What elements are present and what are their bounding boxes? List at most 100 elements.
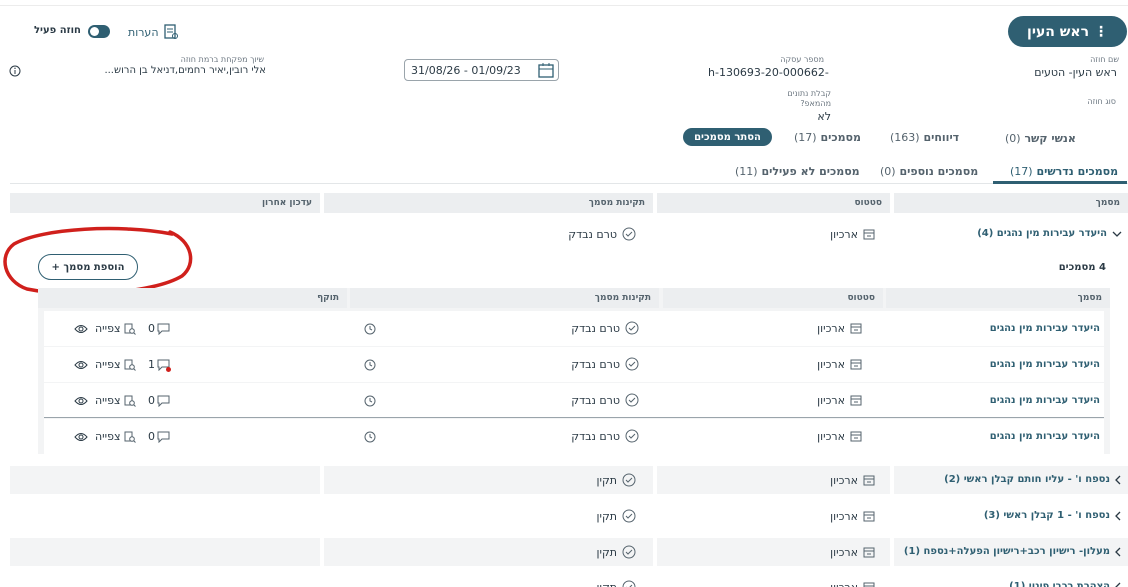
notes-label: הערות	[128, 25, 159, 39]
sub-col-document: מסמך	[886, 288, 1110, 308]
eye-icon[interactable]	[74, 360, 88, 370]
tab-additional-docs[interactable]: מסמכים נוספים (0)	[880, 165, 978, 178]
comments-count: 0	[148, 430, 155, 443]
sub-col-status: סטטוס	[663, 288, 883, 308]
chevron-left-icon	[1115, 475, 1122, 485]
view-label: צפייה	[95, 358, 121, 371]
archive-icon	[863, 547, 875, 558]
group-validity: טרם נבדק	[324, 227, 636, 241]
check-circle-icon	[622, 580, 636, 587]
sub-doc-name[interactable]: היעדר עבירות מין נהגים	[886, 359, 1100, 370]
unread-dot	[166, 366, 171, 372]
contract-name-value: ראש העין- הטעים	[1034, 66, 1117, 79]
comments-button[interactable]: 1	[148, 358, 171, 372]
archive-icon	[863, 511, 875, 522]
group-validity: תקין	[324, 473, 636, 487]
view-button[interactable]: צפייה	[95, 322, 136, 335]
docs-count: 4 מסמכים	[1058, 262, 1106, 273]
col-status: סטטוס	[657, 193, 890, 213]
eye-icon[interactable]	[74, 324, 88, 334]
tab-contacts[interactable]: אנשי קשר (0)	[1005, 132, 1076, 145]
group-row[interactable]: נספח ו' - עליו חותם קבלן ראשי (2)	[894, 474, 1128, 485]
data-received-label-2: מהמאפ?	[800, 99, 831, 108]
archive-icon	[850, 395, 862, 406]
tab-documents[interactable]: מסמכים (17)	[794, 131, 861, 144]
sub-status: ארכיון	[663, 358, 862, 371]
contract-title: ראש העין	[1027, 23, 1089, 40]
comments-count: 1	[148, 358, 155, 371]
check-circle-icon	[625, 429, 639, 443]
tab-required-docs[interactable]: מסמכים נדרשים (17)	[1010, 165, 1118, 178]
sub-status: ארכיון	[663, 394, 862, 407]
eye-icon[interactable]	[74, 432, 88, 442]
view-button[interactable]: צפייה	[95, 358, 136, 371]
group-status: ארכיון	[657, 474, 875, 487]
view-button[interactable]: צפייה	[95, 394, 136, 407]
comment-icon	[157, 431, 170, 443]
check-circle-icon	[622, 473, 636, 487]
group-row[interactable]: נספח ו' - 1 קבלן ראשי (3)	[894, 510, 1128, 521]
comments-count: 0	[148, 322, 155, 335]
group-validity: תקין	[324, 509, 636, 523]
view-label: צפייה	[95, 394, 121, 407]
info-icon[interactable]	[9, 65, 21, 77]
check-circle-icon	[622, 227, 636, 241]
top-divider	[0, 5, 1128, 6]
sub-doc-name[interactable]: היעדר עבירות מין נהגים	[886, 323, 1100, 334]
sub-col-expiry: תוקף	[38, 288, 347, 308]
zoom-document-icon	[124, 359, 136, 371]
col-validity: תקינות מסמך	[324, 193, 653, 213]
contract-title-button[interactable]: ⋮ ראש העין	[1008, 16, 1127, 47]
contract-type-label: סוג חוזה	[1087, 97, 1116, 106]
hide-documents-button[interactable]: הסתר מסמכים	[683, 128, 772, 146]
group-row-expanded[interactable]: היעדר עבירות מין נהגים (4)	[894, 228, 1128, 239]
tabs-divider	[10, 183, 1128, 184]
zoom-document-icon	[124, 323, 136, 335]
col-document: מסמך	[894, 193, 1128, 213]
comment-icon	[157, 395, 170, 407]
sub-doc-name[interactable]: היעדר עבירות מין נהגים	[886, 395, 1100, 406]
tab-reports[interactable]: דיווחים (163)	[890, 131, 959, 144]
col-last-update: עדכון אחרון	[10, 193, 320, 213]
data-received-value: לא	[817, 110, 831, 123]
group-status: ארכיון	[657, 581, 875, 587]
sub-status: ארכיון	[663, 430, 862, 443]
group-row[interactable]: הצהרת רכבי פינוי (1)	[894, 581, 1128, 587]
check-circle-icon	[625, 393, 639, 407]
comments-button[interactable]: 0	[148, 430, 170, 443]
sub-validity: טרם נבדק	[350, 393, 639, 407]
check-circle-icon	[622, 509, 636, 523]
group-row[interactable]: מעלון- רישיון רכב+רישיון הפעלה+נספח (1)	[894, 546, 1128, 557]
chevron-left-icon	[1115, 547, 1122, 557]
check-circle-icon	[625, 321, 639, 335]
clock-icon	[364, 323, 376, 335]
archive-icon	[863, 475, 875, 486]
active-contract-label: חוזה פעיל	[34, 25, 81, 36]
comments-button[interactable]: 0	[148, 322, 170, 335]
notes-button[interactable]: הערות	[128, 24, 179, 40]
deal-number-label: מספר עסקה	[780, 55, 824, 64]
comments-button[interactable]: 0	[148, 394, 170, 407]
notes-icon	[163, 24, 179, 40]
date-range-picker[interactable]: 31/08/26 - 01/09/23	[404, 59, 559, 81]
archive-icon	[850, 431, 862, 442]
archive-icon	[850, 323, 862, 334]
view-button[interactable]: צפייה	[95, 430, 136, 443]
sub-doc-name[interactable]: היעדר עבירות מין נהגים	[886, 431, 1100, 442]
deal-number-value: h-130693-20-000662-	[708, 66, 829, 79]
group-validity: תקין	[324, 580, 636, 587]
supervisors-label: שיוך מפקחת ברמת חוזה	[180, 55, 264, 64]
contract-name-label: שם חוזה	[1090, 55, 1119, 64]
group-status: ארכיון	[657, 510, 875, 523]
tab-inactive-docs[interactable]: מסמכים לא פעילים (11)	[735, 165, 860, 178]
active-contract-toggle[interactable]	[88, 25, 110, 38]
sub-validity: טרם נבדק	[350, 429, 639, 443]
check-circle-icon	[625, 357, 639, 371]
red-annotation-circle	[3, 226, 193, 296]
comments-count: 0	[148, 394, 155, 407]
archive-icon	[850, 359, 862, 370]
sub-col-validity: תקינות מסמך	[350, 288, 659, 308]
supervisors-value: ...אלי רובין,יאיר רחמים,דניאל בן הרוש	[104, 65, 266, 76]
eye-icon[interactable]	[74, 396, 88, 406]
clock-icon	[364, 431, 376, 443]
